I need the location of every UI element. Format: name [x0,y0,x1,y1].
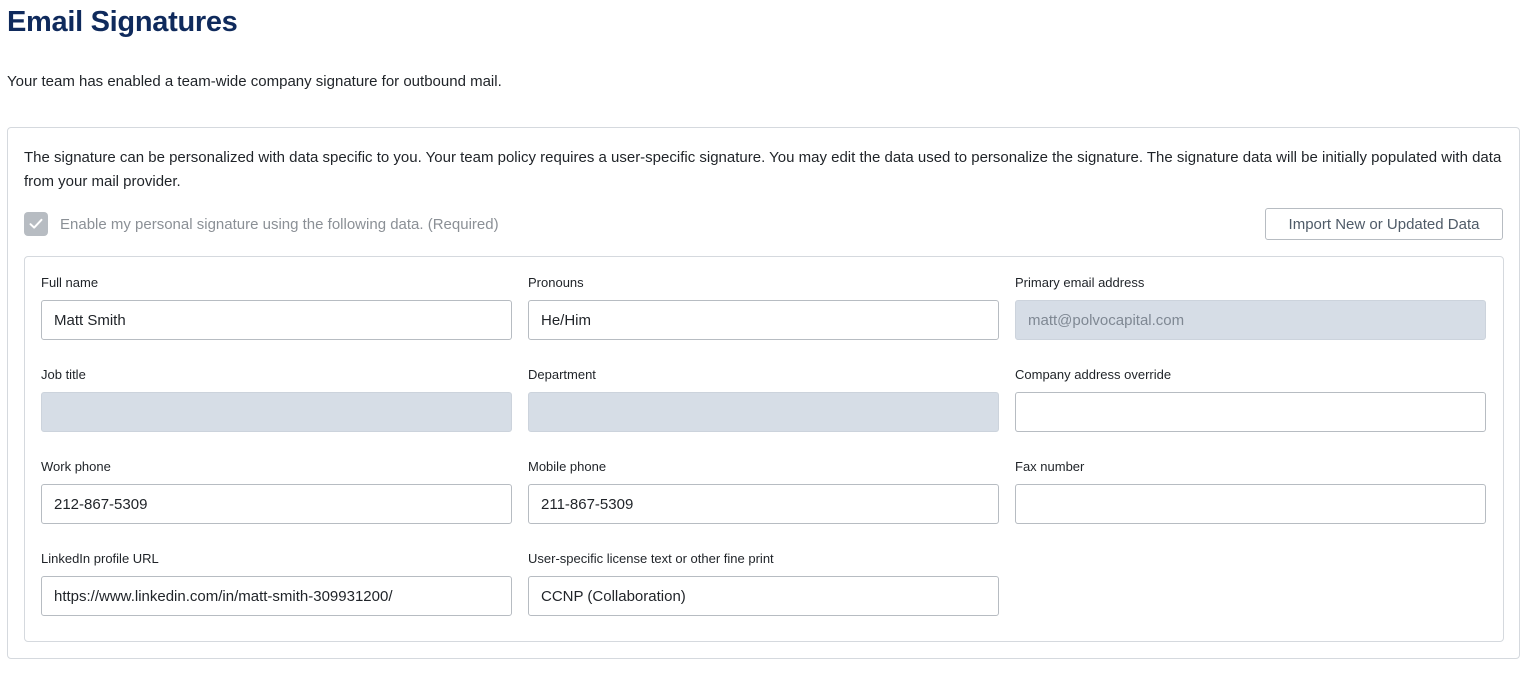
full-name-field: Full name [41,274,512,340]
enable-signature-checkbox[interactable] [24,212,48,236]
fax-field: Fax number [1015,458,1486,524]
fax-input[interactable] [1015,484,1486,524]
pronouns-label: Pronouns [528,275,584,290]
full-name-input[interactable] [41,300,512,340]
company-address-field: Company address override [1015,366,1486,432]
fax-label: Fax number [1015,459,1085,474]
signature-description: The signature can be personalized with d… [24,149,1502,190]
enable-signature-label: Enable my personal signature using the f… [60,215,499,233]
company-address-label: Company address override [1015,367,1172,382]
primary-email-input [1015,300,1486,340]
department-field: Department [528,366,999,432]
pronouns-field: Pronouns [528,274,999,340]
pronouns-input[interactable] [528,300,999,340]
mobile-phone-field: Mobile phone [528,458,999,524]
linkedin-input[interactable] [41,576,512,616]
import-data-button[interactable]: Import New or Updated Data [1265,208,1503,240]
linkedin-field: LinkedIn profile URL [41,550,512,616]
linkedin-label: LinkedIn profile URL [41,551,159,566]
intro-text: Your team has enabled a team-wide compan… [7,73,502,90]
enable-signature-row: Enable my personal signature using the f… [24,212,499,236]
license-label: User-specific license text or other fine… [528,551,774,566]
signature-data-form: Full name Pronouns Primary email address… [24,256,1504,642]
work-phone-input[interactable] [41,484,512,524]
primary-email-label: Primary email address [1015,275,1145,290]
work-phone-label: Work phone [41,459,111,474]
department-input [528,392,999,432]
company-address-input[interactable] [1015,392,1486,432]
work-phone-field: Work phone [41,458,512,524]
job-title-label: Job title [41,367,86,382]
mobile-phone-label: Mobile phone [528,459,607,474]
job-title-field: Job title [41,366,512,432]
license-field: User-specific license text or other fine… [528,550,999,616]
license-input[interactable] [528,576,999,616]
mobile-phone-input[interactable] [528,484,999,524]
page-title: Email Signatures [7,6,238,38]
checkmark-icon [29,218,43,229]
primary-email-field: Primary email address [1015,274,1486,340]
full-name-label: Full name [41,275,99,290]
job-title-input [41,392,512,432]
department-label: Department [528,367,596,382]
signature-settings-card: The signature can be personalized with d… [7,127,1520,659]
